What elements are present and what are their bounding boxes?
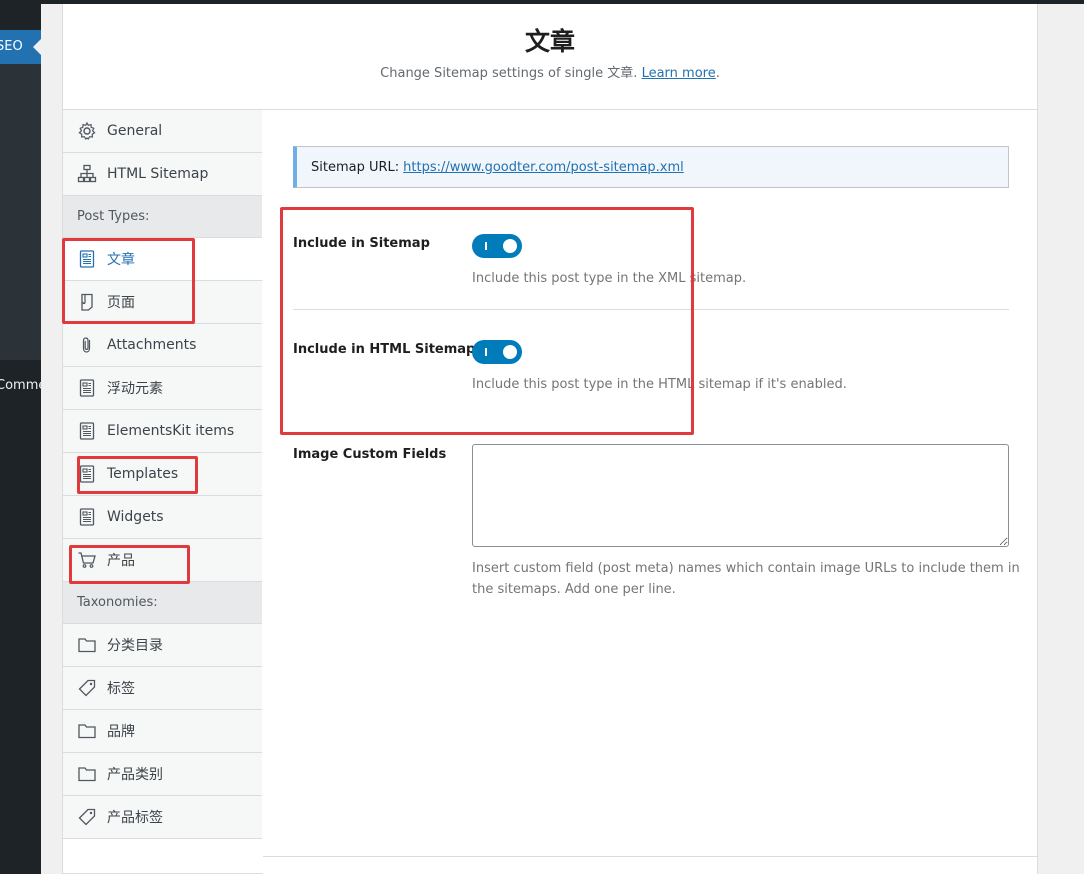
nav-item-page[interactable]: 页面 bbox=[63, 281, 262, 324]
document-icon bbox=[77, 421, 97, 441]
nav-label: 标签 bbox=[107, 681, 135, 697]
nav-item-html-sitemap[interactable]: HTML Sitemap bbox=[63, 153, 262, 196]
nav-item-templates[interactable]: Templates bbox=[63, 453, 262, 496]
sitemap-icon bbox=[77, 164, 97, 184]
nav-item-product-tags[interactable]: 产品标签 bbox=[63, 796, 262, 839]
nav-item-brands[interactable]: 品牌 bbox=[63, 710, 262, 753]
nav-label: 产品类别 bbox=[107, 767, 163, 783]
include-html-sitemap-toggle[interactable] bbox=[472, 340, 522, 364]
document-icon bbox=[77, 464, 97, 484]
nav-label: 分类目录 bbox=[107, 638, 163, 654]
subtitle-period: . bbox=[715, 66, 720, 81]
nav-label: 产品 bbox=[107, 553, 135, 569]
tag-icon bbox=[77, 807, 97, 827]
field-divider bbox=[293, 309, 1009, 310]
nav-label: 品牌 bbox=[107, 724, 135, 740]
nav-section-post-types: Post Types: bbox=[63, 196, 262, 238]
footer-divider bbox=[263, 856, 1037, 857]
nav-label: Widgets bbox=[107, 509, 164, 525]
page-title: 文章 bbox=[524, 27, 575, 56]
include-sitemap-toggle[interactable] bbox=[472, 234, 522, 258]
description-line: the sitemaps. Add one per line. bbox=[472, 582, 676, 597]
include-sitemap-label: Include in Sitemap bbox=[293, 236, 430, 251]
gear-icon bbox=[77, 121, 97, 141]
include-html-sitemap-description: Include this post type in the HTML sitem… bbox=[472, 377, 847, 392]
nav-item-widgets[interactable]: Widgets bbox=[63, 496, 262, 539]
paperclip-icon bbox=[77, 335, 97, 355]
settings-nav: General HTML Sitemap Post Types: 文章 页面 A… bbox=[63, 110, 263, 839]
page-icon bbox=[77, 292, 97, 312]
nav-item-tags[interactable]: 标签 bbox=[63, 667, 262, 710]
admin-menu-commerce[interactable]: Commerce bbox=[0, 378, 41, 393]
image-custom-fields-description: Insert custom field (post meta) names wh… bbox=[472, 558, 1020, 600]
nav-label: Templates bbox=[107, 466, 179, 482]
nav-item-categories[interactable]: 分类目录 bbox=[63, 624, 262, 667]
page-background-right bbox=[1038, 4, 1084, 874]
learn-more-link[interactable]: Learn more bbox=[642, 66, 716, 81]
nav-label: General bbox=[107, 123, 163, 139]
page-subtitle: Change Sitemap settings of single 文章. Le… bbox=[63, 62, 1037, 81]
include-html-sitemap-label: Include in HTML Sitemap bbox=[293, 342, 476, 357]
panel-header: 文章 Change Sitemap settings of single 文章.… bbox=[63, 4, 1037, 110]
nav-item-general[interactable]: General bbox=[63, 110, 262, 153]
toggle-knob bbox=[503, 345, 517, 359]
tag-icon bbox=[77, 678, 97, 698]
nav-item-product[interactable]: 产品 bbox=[63, 539, 262, 582]
folder-icon bbox=[77, 764, 97, 784]
folder-icon bbox=[77, 721, 97, 741]
admin-submenu bbox=[0, 64, 41, 360]
sitemap-settings-panel: 文章 Change Sitemap settings of single 文章.… bbox=[62, 4, 1038, 874]
nav-item-elementskit-items[interactable]: ElementsKit items bbox=[63, 410, 262, 453]
document-icon bbox=[77, 378, 97, 398]
settings-content: Sitemap URL: https://www.goodter.com/pos… bbox=[263, 110, 1037, 874]
image-custom-fields-label: Image Custom Fields bbox=[293, 447, 447, 462]
nav-label: 页面 bbox=[107, 295, 135, 311]
nav-label: 文章 bbox=[107, 252, 135, 268]
subtitle-text: Change Sitemap settings of single 文章. bbox=[380, 66, 638, 81]
toggle-on-mark bbox=[485, 242, 487, 250]
document-icon bbox=[77, 249, 97, 269]
cart-icon bbox=[77, 550, 97, 570]
toggle-knob bbox=[503, 239, 517, 253]
image-custom-fields-textarea[interactable] bbox=[472, 444, 1009, 547]
nav-label: ElementsKit items bbox=[107, 423, 235, 439]
nav-item-attachments[interactable]: Attachments bbox=[63, 324, 262, 367]
nav-section-taxonomies: Taxonomies: bbox=[63, 582, 262, 624]
sitemap-url-link[interactable]: https://www.goodter.com/post-sitemap.xml bbox=[403, 160, 684, 175]
nav-item-post[interactable]: 文章 bbox=[63, 238, 263, 281]
nav-label: HTML Sitemap bbox=[107, 166, 209, 182]
nav-item-product-categories[interactable]: 产品类别 bbox=[63, 753, 262, 796]
nav-label: 浮动元素 bbox=[107, 381, 163, 397]
nav-label: 产品标签 bbox=[107, 810, 163, 826]
document-icon bbox=[77, 507, 97, 527]
sitemap-url-notice: Sitemap URL: https://www.goodter.com/pos… bbox=[293, 146, 1009, 188]
nav-item-floating-elements[interactable]: 浮动元素 bbox=[63, 367, 262, 410]
description-line: Insert custom field (post meta) names wh… bbox=[472, 561, 1020, 576]
wp-admin-sidebar: SEO Commerce bbox=[0, 0, 41, 874]
active-menu-arrow bbox=[33, 39, 41, 55]
folder-icon bbox=[77, 635, 97, 655]
sitemap-url-label: Sitemap URL: bbox=[311, 159, 400, 175]
include-sitemap-description: Include this post type in the XML sitema… bbox=[472, 271, 747, 286]
nav-label: Attachments bbox=[107, 337, 197, 353]
toggle-on-mark bbox=[485, 348, 487, 356]
